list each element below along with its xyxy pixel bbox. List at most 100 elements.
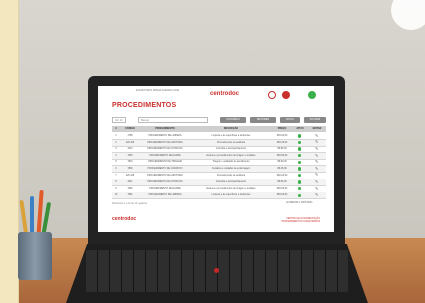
address-line: PROCEDIMENTOS CADASTRADOS (281, 221, 320, 223)
brand-logo[interactable]: centrodoc (210, 91, 239, 97)
search-input[interactable]: Buscar (138, 117, 208, 123)
edit-pencil-icon[interactable]: ✎ (315, 186, 319, 191)
table-cell: R$ 80,00 (277, 148, 287, 151)
table-cell: PROCEDIMENTO DE AUDITORIA (147, 174, 183, 177)
table-cell: 7802 (127, 187, 133, 190)
table-cell: R$ 45,00 (277, 168, 287, 170)
table-cell: R$ 80,00 (277, 181, 287, 184)
top-links[interactable]: ESCRITORIO MINHA AGENDA SAIR (136, 89, 179, 92)
table-cell: 8 (115, 181, 117, 184)
col-header[interactable]: CÓDIGO (121, 126, 139, 132)
table-cell: PROCEDIMENTO DE CONSULTA (147, 148, 183, 151)
convenio-button[interactable]: CONVÊNIO (220, 117, 246, 123)
table-cell: 7 (115, 174, 117, 177)
table-cell: 7803 (127, 154, 133, 157)
table-cell: 1785 (127, 135, 133, 137)
col-header[interactable]: EDITAR (308, 126, 326, 132)
table-cell: 3412 (127, 148, 133, 151)
trackpoint (214, 268, 219, 273)
col-header[interactable]: PREÇO (272, 126, 292, 132)
power-icon[interactable] (282, 91, 290, 99)
table-cell: 3411 (127, 181, 133, 184)
edit-pencil-icon[interactable]: ✎ (315, 179, 319, 184)
table-cell: 3 (115, 148, 117, 151)
table-cell: Limpeza e de superfícies e ambientes (211, 135, 251, 137)
footer-address: CENTRO DE DOCUMENTAÇÃO PROCEDIMENTOS CAD… (270, 218, 320, 224)
table-cell: 2 (115, 141, 117, 144)
active-status-icon[interactable] (298, 173, 302, 178)
table-row[interactable]: 10 7801 PROCEDIMENTO DE LIMPEZA Limpeza e d… (112, 192, 326, 200)
table-header: # CÓDIGO PROCEDIMENTO DESCRIÇÃO PREÇO AT… (112, 126, 326, 132)
table-cell: R$ 100,00 (276, 135, 288, 137)
filter-button[interactable]: FILTRAR (304, 117, 326, 123)
active-status-icon[interactable] (298, 160, 302, 165)
table-cell: Curativos e cuidados de enfermagem (211, 168, 251, 170)
table-cell: Limpeza e de superfícies e ambientes (211, 194, 251, 197)
table-cell: 10 (114, 194, 118, 197)
edit-pencil-icon[interactable]: ✎ (315, 173, 319, 177)
table-cell: PROCEDIMENTO DE EXAME (149, 154, 181, 157)
edit-pencil-icon[interactable]: ✎ (315, 133, 319, 138)
edit-pencil-icon[interactable]: ✎ (315, 193, 319, 197)
table-cell: R$ 120,00 (276, 174, 288, 177)
table-cell: R$ 100,00 (276, 194, 288, 197)
table-cell: 5 (115, 161, 117, 164)
pagination[interactable]: ANTERIOR 1 PRÓXIMO (286, 201, 312, 204)
table-cell: R$ 120,00 (276, 141, 288, 144)
side-panel (0, 0, 19, 303)
active-status-icon[interactable] (298, 134, 302, 138)
table-cell: PROCEDIMENTO DE AUDITORIA (147, 141, 183, 144)
active-status-icon[interactable] (298, 180, 302, 184)
table-cell: 7806 (127, 168, 133, 170)
table-cell: Exames e procedimentos de imagem e análi… (206, 187, 256, 190)
table-cell: 7801 (127, 194, 133, 197)
table-cell: PROCEDIMENTO DE CONSULTA (147, 181, 183, 184)
table-cell: 6 (115, 168, 117, 170)
col-header[interactable]: PROCEDIMENTO (140, 126, 190, 132)
edit-pencil-icon[interactable]: ✎ (315, 146, 319, 151)
table-info: Mostrando 1 a 10 de 10 registros (112, 202, 148, 205)
table-cell: R$ 150,00 (276, 154, 288, 157)
laptop-screen: ESCRITORIO MINHA AGENDA SAIR centrodoc P… (98, 86, 334, 232)
active-status-icon[interactable] (298, 167, 302, 171)
table-cell: 4 (115, 154, 117, 157)
edit-pencil-icon[interactable]: ✎ (315, 160, 319, 164)
pencil-cup (18, 232, 52, 280)
col-header[interactable]: # (112, 126, 120, 132)
table-cell: 420.109 (125, 141, 135, 144)
edit-pencil-icon[interactable]: ✎ (315, 140, 319, 144)
table-cell: 1 (115, 135, 117, 137)
table-cell: PROCEDIMENTO DE CURATIVO (147, 168, 183, 170)
table-cell: 9 (115, 187, 117, 190)
table-cell: Procedimentos de auditoria (217, 174, 245, 177)
table-cell: PROCEDIMENTO DE LIMPEZA (148, 135, 182, 137)
table-cell: PROCEDIMENTO DE TRIAGEM (148, 161, 182, 164)
active-status-icon[interactable] (298, 187, 302, 191)
page-title: PROCEDIMENTOS (112, 102, 177, 109)
col-header[interactable]: ATIVO (292, 126, 308, 132)
active-status-icon[interactable] (298, 193, 302, 198)
active-status-icon[interactable] (298, 140, 302, 145)
active-status-icon[interactable] (298, 154, 302, 158)
new-button[interactable]: NOVO (280, 117, 300, 123)
table-cell: R$ 150,00 (276, 187, 288, 190)
page-size-select[interactable]: Ver 10 (112, 117, 126, 123)
table-cell: PROCEDIMENTO DE LIMPEZA (148, 194, 182, 197)
active-status-icon[interactable] (298, 147, 302, 151)
notification-icon[interactable] (268, 91, 276, 99)
setores-button[interactable]: SETORES (250, 117, 276, 123)
table-cell: R$ 60,00 (277, 161, 287, 164)
table-cell: Triagem e avaliação de atendimento (212, 161, 250, 164)
table-cell: Consulta e acompanhamento (215, 181, 246, 184)
table-cell: PROCEDIMENTO DE EXAME (149, 187, 181, 190)
toolbar: Ver 10 Buscar CONVÊNIO SETORES NOVO FILT… (112, 117, 326, 125)
table-cell: Consulta e acompanhamento (215, 148, 246, 151)
col-header[interactable]: DESCRIÇÃO (192, 126, 270, 132)
table-cell: 7804 (127, 161, 133, 164)
table-cell: Procedimentos de auditoria (217, 141, 245, 144)
edit-pencil-icon[interactable]: ✎ (315, 166, 319, 171)
edit-pencil-icon[interactable]: ✎ (315, 153, 319, 158)
user-icon[interactable] (308, 91, 316, 99)
table-cell: 420.108 (125, 174, 135, 177)
table-cell: Exames e procedimentos de imagem e análi… (206, 154, 256, 157)
